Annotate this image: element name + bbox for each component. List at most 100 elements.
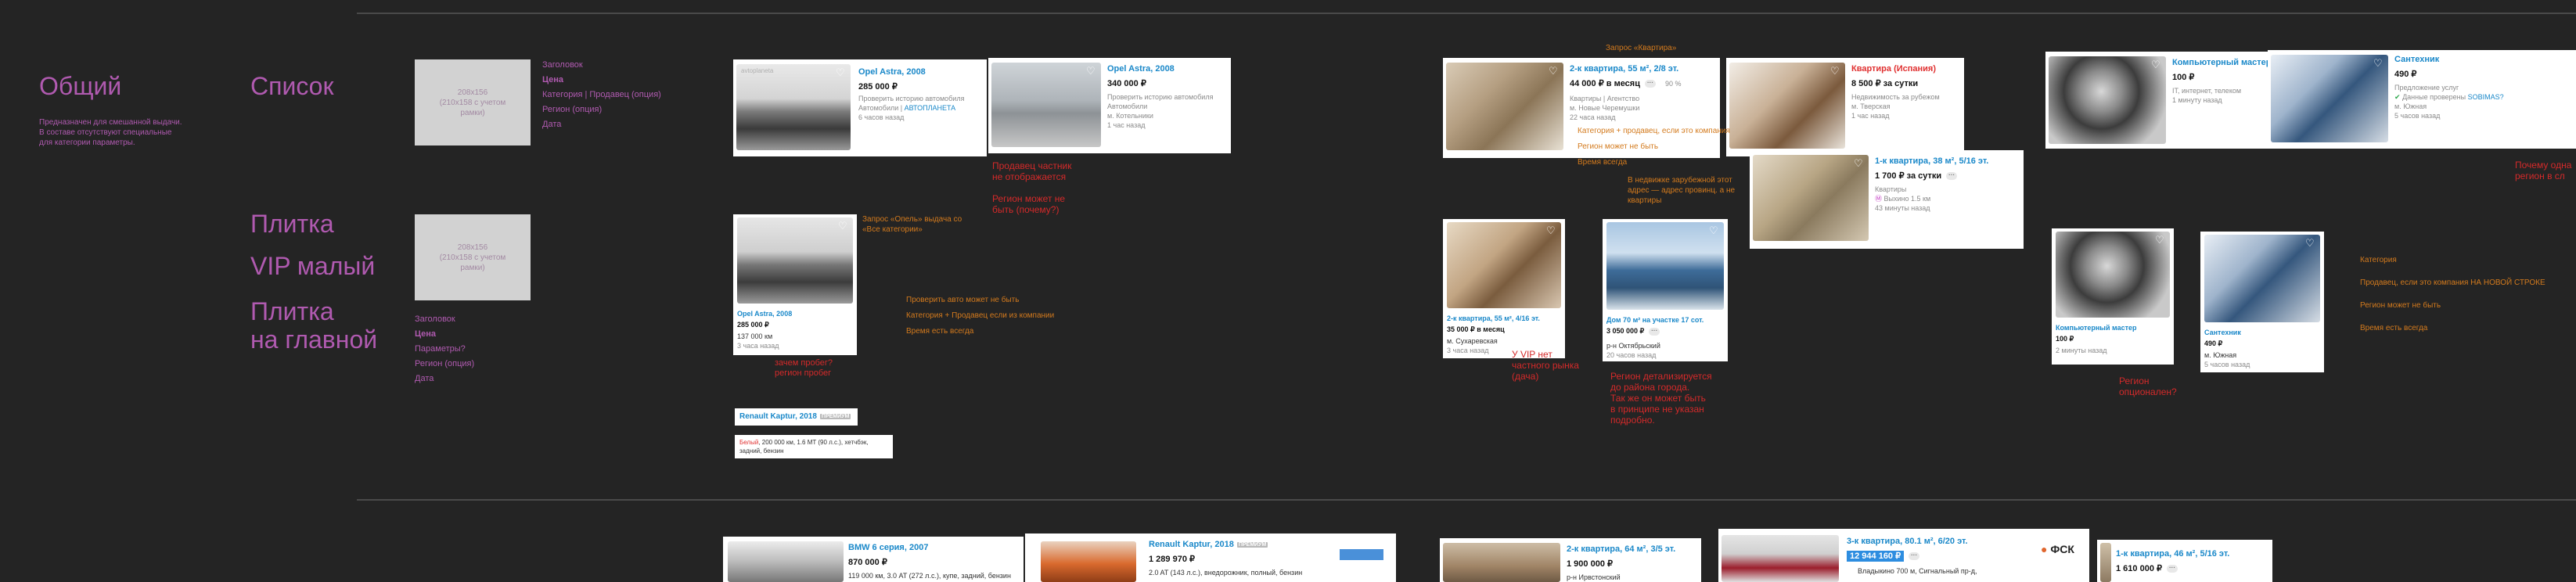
home-tile-bmw[interactable]: BMW 6 серия, 2007 870 000 ₽ 119 000 км, … — [723, 537, 1024, 582]
realty-region: м. Сухаревская — [1447, 337, 1498, 345]
more-icon[interactable]: ··· — [1946, 172, 1958, 181]
favorite-heart-icon[interactable]: ♡ — [1546, 225, 1556, 235]
service-title[interactable]: Сантехник — [2394, 55, 2439, 64]
favorite-heart-icon[interactable]: ♡ — [2373, 58, 2384, 68]
service-list-card-2[interactable]: ♡ Сантехник 490 ₽ Предложение услуг ✔ Да… — [2268, 50, 2576, 149]
service-photo[interactable]: ♡ — [2056, 232, 2170, 318]
car-params: 2.0 AT (143 л.с.), внедорожник, полный, … — [1149, 569, 1303, 577]
realty-photo[interactable]: ♡ — [1447, 222, 1561, 308]
realty-title[interactable]: 2-к квартира, 64 м², 3/5 эт. — [1567, 544, 1675, 554]
realty-title[interactable]: 1-к квартира, 38 м², 5/16 эт. — [1875, 156, 1988, 166]
favorite-heart-icon[interactable]: ♡ — [1854, 158, 1864, 168]
service-title[interactable]: Сантехник — [2204, 329, 2241, 336]
realty-price: 1 610 000 ₽ ··· — [2116, 563, 2178, 573]
realty-tile-card-1[interactable]: ♡ 2-к квартира, 55 м², 4/16 эт. 35 000 ₽… — [1443, 219, 1565, 358]
service-date: 5 часов назад — [2204, 361, 2250, 368]
realty-photo[interactable] — [1722, 535, 1839, 582]
realty-title[interactable]: Квартира (Испания) — [1851, 64, 1936, 74]
more-icon[interactable]: ··· — [1644, 80, 1656, 88]
car-history-link[interactable]: Проверить историю автомобиля — [858, 94, 964, 103]
car-photo[interactable]: ♡ — [737, 217, 853, 304]
realty-title[interactable]: 1-к квартира, 46 м², 5/16 эт. — [2116, 549, 2229, 559]
favorite-heart-icon[interactable]: ♡ — [2305, 238, 2315, 248]
realty-photo[interactable]: ♡ — [1753, 155, 1869, 241]
more-icon[interactable]: ··· — [1909, 552, 1920, 561]
favorite-heart-icon[interactable]: ♡ — [838, 221, 848, 231]
realty-list-card-2[interactable]: ♡ Квартира (Испания) 8 500 ₽ за сутки Не… — [1726, 58, 1964, 156]
service-list-card-1[interactable]: ♡ Компьютерный мастер 100 ₽ IT, интернет… — [2045, 52, 2272, 149]
service-date: 2 минуты назад — [2056, 347, 2107, 354]
realty-photo[interactable]: ♡ — [1446, 63, 1563, 150]
vip-title[interactable]: Renault Kaptur, 2018 ПРЕМИУМ — [739, 412, 851, 421]
realty-date: 43 минуты назад — [1875, 204, 1930, 212]
realty-title[interactable]: 2-к квартира, 55 м², 2/8 эт. — [1570, 64, 1678, 74]
metro-icon: Ⓜ — [1875, 195, 1883, 203]
section-title-tile: Плитка — [250, 210, 334, 238]
car-photo[interactable]: ♡ — [991, 63, 1101, 147]
car-title[interactable]: Opel Astra, 2008 — [1107, 64, 1175, 74]
check-icon: ✔ — [2394, 93, 2401, 101]
car-params: 119 000 км, 3.0 AT (272 л.с.), купе, зад… — [848, 572, 1011, 580]
watermark: avtoplaneta — [741, 67, 774, 74]
section-title-general: Общий — [39, 72, 122, 100]
service-date: 5 часов назад — [2394, 112, 2441, 120]
home-tile-flat3[interactable]: 3-к квартира, 80.1 м², 6/20 эт. 12 944 1… — [1718, 529, 2089, 582]
service-title[interactable]: Компьютерный мастер — [2056, 324, 2137, 332]
more-icon[interactable]: ··· — [2167, 565, 2178, 573]
favorite-heart-icon[interactable]: ♡ — [2155, 235, 2165, 245]
realty-title[interactable]: Дом 70 м² на участке 17 сот. — [1606, 316, 1704, 324]
realty-photo[interactable]: ♡ — [1606, 222, 1724, 310]
service-verified: ✔ Данные проверены SOBIMAS? — [2394, 93, 2504, 101]
note-tile-fields: Проверить авто может не быть Категория + … — [906, 296, 1055, 336]
car-title[interactable]: BMW 6 серия, 2007 — [848, 543, 928, 552]
realty-photo[interactable]: ♡ — [1729, 63, 1845, 149]
more-icon[interactable]: ··· — [1649, 327, 1660, 336]
note-realty-fields: Категория + продавец, если это компания Р… — [1578, 127, 1730, 167]
car-photo[interactable] — [728, 541, 844, 582]
favorite-heart-icon[interactable]: ♡ — [1830, 66, 1840, 76]
service-photo[interactable]: ♡ — [2049, 56, 2166, 144]
favorite-heart-icon[interactable]: ♡ — [1549, 66, 1559, 76]
service-title[interactable]: Компьютерный мастер — [2172, 58, 2271, 67]
image-placeholder-list: 208x156 (210x158 с учетом рамки) — [415, 59, 531, 146]
service-price: 490 ₽ — [2204, 340, 2223, 347]
home-tile-flat1[interactable]: 1-к квартира, 46 м², 5/16 эт. 1 610 000 … — [2097, 540, 2272, 582]
realty-photo[interactable] — [2100, 543, 2111, 582]
realty-list-card-3[interactable]: ♡ 1-к квартира, 38 м², 5/16 эт. 1 700 ₽ … — [1750, 150, 2024, 249]
service-category: Предложение услуг — [2394, 84, 2459, 92]
service-tile-card-2[interactable]: ♡ Сантехник 490 ₽ м. Южная 5 часов назад — [2200, 232, 2324, 372]
section-desc-general: Предназначен для смешанной выдачи. В сос… — [39, 118, 182, 147]
car-list-card-2[interactable]: ♡ Opel Astra, 2008 340 000 ₽ Проверить и… — [988, 58, 1231, 153]
realty-price: 8 500 ₽ за сутки — [1851, 79, 1919, 88]
favorite-heart-icon[interactable]: ♡ — [836, 67, 846, 77]
car-list-card-1[interactable]: ♡ avtoplaneta — [733, 59, 854, 156]
realty-title[interactable]: 2-к квартира, 55 м², 4/16 эт. — [1447, 314, 1540, 322]
car-history-link[interactable]: Проверить историю автомобиля — [1107, 92, 1213, 102]
service-photo[interactable]: ♡ — [2204, 235, 2320, 322]
service-photo[interactable]: ♡ — [2271, 55, 2388, 142]
car-title[interactable]: Renault Kaptur, 2018 ПРЕМИУМ — [1149, 540, 1268, 549]
vip-small-params-card[interactable]: Белый, 200 000 км, 1.6 MT (90 л.с.), хет… — [735, 435, 893, 458]
car-region: м. Котельники — [1107, 112, 1153, 120]
realty-region: р-н Октябрьский — [1606, 342, 1660, 350]
car-title[interactable]: Opel Astra, 2008 — [858, 67, 984, 77]
realty-photo[interactable] — [1443, 543, 1560, 582]
car-tile-card[interactable]: ♡ Opel Astra, 2008 285 000 ₽ 137 000 км … — [733, 214, 857, 355]
note-services-region: Регион опционален? — [2119, 375, 2177, 397]
note-realty-vip: У VIP нет частного рынка (дача) — [1512, 349, 1579, 382]
favorite-heart-icon[interactable]: ♡ — [1086, 66, 1096, 76]
vip-small-card[interactable]: Renault Kaptur, 2018 ПРЕМИУМ — [735, 408, 858, 426]
realty-tile-card-2[interactable]: ♡ Дом 70 м² на участке 17 сот. 3 050 000… — [1603, 219, 1728, 361]
service-tile-card-1[interactable]: ♡ Компьютерный мастер 100 ₽ 2 минуты наз… — [2052, 228, 2174, 365]
realty-date: 22 часа назад — [1570, 113, 1616, 121]
car-title[interactable]: Opel Astra, 2008 — [737, 310, 792, 318]
car-photo[interactable] — [1041, 541, 1136, 582]
car-date: 6 часов назад — [858, 113, 905, 121]
favorite-heart-icon[interactable]: ♡ — [2151, 59, 2161, 70]
realty-title[interactable]: 3-к квартира, 80.1 м², 6/20 эт. — [1847, 537, 1968, 546]
car-photo[interactable]: ♡ — [736, 64, 851, 150]
favorite-heart-icon[interactable]: ♡ — [1709, 225, 1719, 235]
home-tile-renault[interactable]: Renault Kaptur, 2018 ПРЕМИУМ 1 289 970 ₽ … — [1025, 534, 1396, 582]
home-tile-flat2[interactable]: 2-к квартира, 64 м², 3/5 эт. 1 900 000 ₽… — [1440, 538, 1701, 582]
service-price: 490 ₽ — [2394, 70, 2417, 79]
